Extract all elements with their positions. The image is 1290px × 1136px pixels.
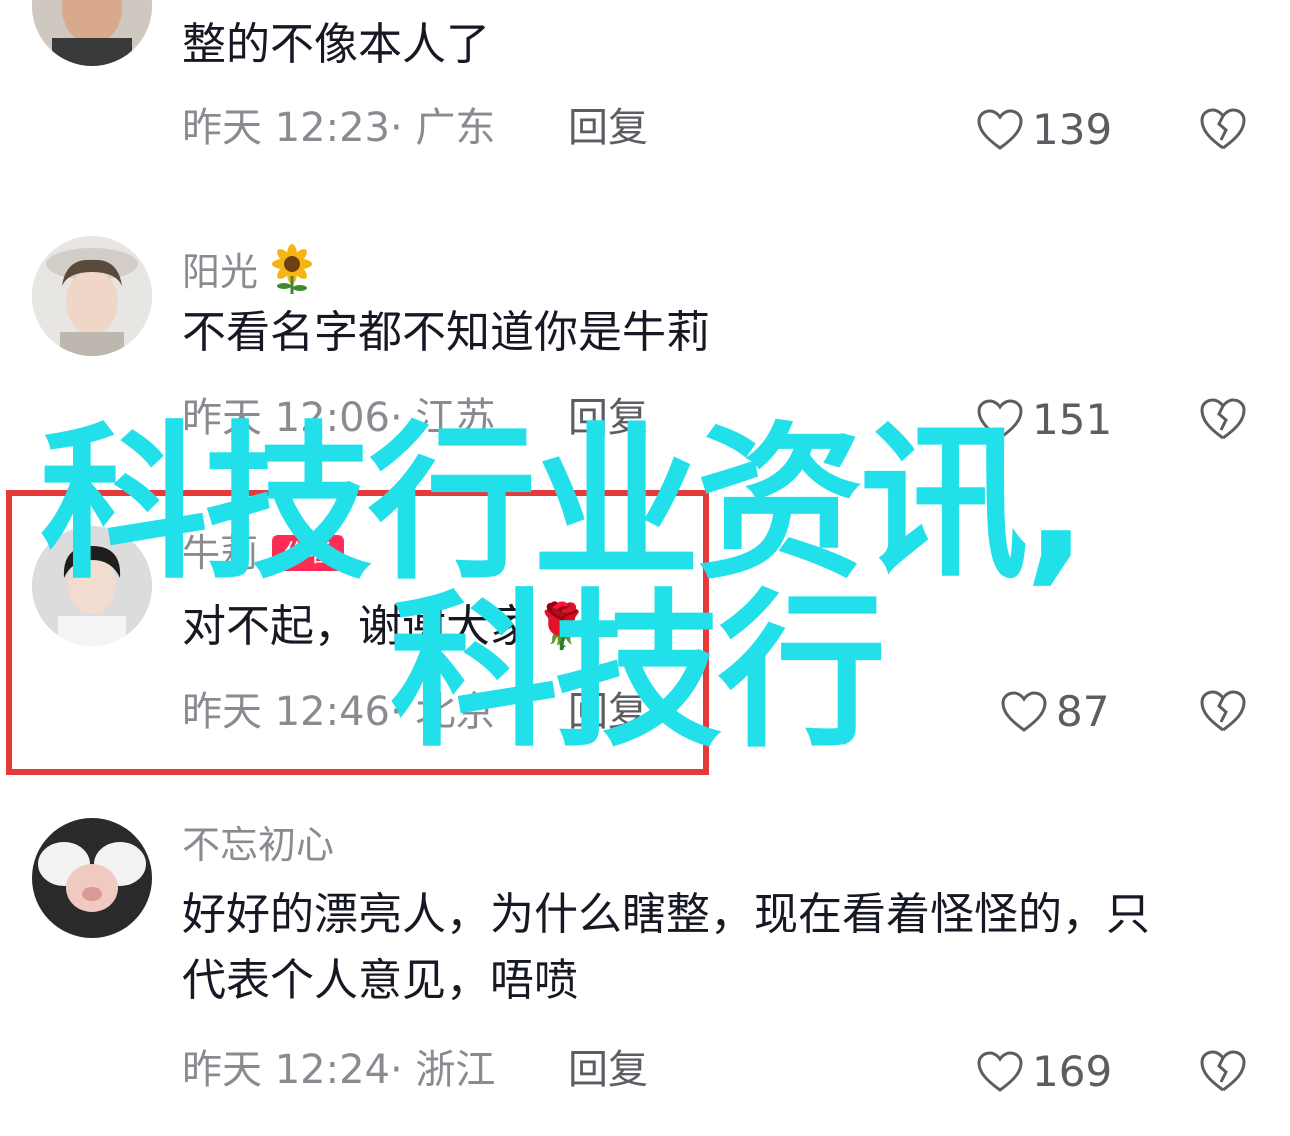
heart-icon: [1001, 691, 1047, 732]
avatar[interactable]: [32, 526, 152, 646]
comment-text: 整的不像本人了: [182, 19, 490, 70]
comment-meta: 昨天 12:46· 北京: [182, 689, 496, 735]
username-label: 阳光: [182, 250, 259, 294]
broken-heart-icon[interactable]: [1198, 396, 1248, 442]
sunflower-icon: [268, 244, 316, 300]
heart-icon: [977, 109, 1023, 150]
broken-heart-icon[interactable]: [1198, 1048, 1248, 1094]
like-button[interactable]: 139: [976, 108, 1112, 152]
avatar[interactable]: [32, 236, 152, 356]
comment-text: 不看名字都不知道你是牛莉: [182, 307, 710, 358]
like-button[interactable]: 87: [1000, 690, 1109, 734]
comment-meta: 昨天 12:23· 广东: [182, 105, 496, 151]
comment-username[interactable]: 阳光: [182, 244, 316, 300]
comment-text: 对不起，谢谢大家🌹: [182, 601, 589, 652]
comment-username[interactable]: 不忘初心: [182, 826, 334, 864]
avatar[interactable]: [32, 818, 152, 938]
comment-username[interactable]: 牛莉 作者: [182, 531, 345, 575]
avatar-image: [32, 818, 152, 938]
comment-meta: 昨天 12:06· 江苏: [182, 395, 496, 441]
reply-button[interactable]: 回复: [568, 692, 648, 732]
comment-meta: 昨天 12:24· 浙江: [182, 1047, 496, 1093]
like-count: 87: [1056, 687, 1110, 736]
like-count: 151: [1032, 395, 1113, 444]
broken-heart-icon[interactable]: [1198, 688, 1248, 734]
avatar[interactable]: [32, 0, 152, 66]
username-label: 不忘初心: [182, 823, 335, 867]
broken-heart-icon[interactable]: [1198, 106, 1248, 152]
avatar-image: [32, 526, 152, 646]
reply-button[interactable]: 回复: [568, 398, 648, 438]
reply-button[interactable]: 回复: [568, 108, 648, 148]
username-label: 牛莉: [182, 531, 259, 575]
comment-text: 好好的漂亮人，为什么瞎整，现在看着怪怪的，只代表个人意见，唔喷: [182, 889, 1150, 1006]
avatar-image: [32, 236, 152, 356]
reply-button[interactable]: 回复: [568, 1050, 648, 1090]
author-badge: 作者: [272, 534, 345, 572]
like-count: 139: [1032, 105, 1113, 154]
like-count: 169: [1032, 1047, 1113, 1096]
like-button[interactable]: 151: [976, 398, 1112, 442]
heart-icon: [977, 399, 1023, 440]
like-button[interactable]: 169: [976, 1050, 1112, 1094]
heart-icon: [977, 1051, 1023, 1092]
avatar-image: [32, 0, 152, 66]
